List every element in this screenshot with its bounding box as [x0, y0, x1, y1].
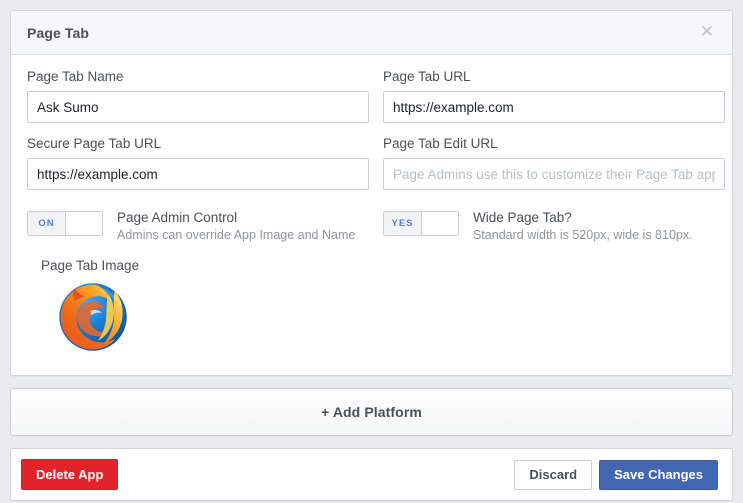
wide-page-tab-group: YES Wide Page Tab? Standard width is 520…	[383, 209, 725, 244]
field-page-tab-edit-url: Page Tab Edit URL	[383, 136, 725, 190]
save-changes-button[interactable]: Save Changes	[599, 459, 718, 490]
page-admin-control-toggle-knob	[65, 212, 102, 235]
field-secure-page-tab-url: Secure Page Tab URL	[27, 136, 369, 190]
discard-button[interactable]: Discard	[514, 459, 593, 490]
add-platform-button[interactable]: + Add Platform	[10, 388, 733, 436]
label-page-tab-url: Page Tab URL	[383, 69, 471, 84]
wide-page-tab-toggle[interactable]: YES	[383, 211, 459, 236]
page-wrapper: Page Tab ✕ Page Tab Name Page Tab URL Se…	[0, 0, 743, 501]
wide-page-tab-toggle-state: YES	[384, 212, 421, 235]
page-admin-control-text: Page Admin Control Admins can override A…	[117, 209, 355, 244]
page-tab-edit-url-input[interactable]	[383, 158, 725, 190]
card-body: Page Tab Name Page Tab URL Secure Page T…	[11, 55, 732, 375]
toggle-row: ON Page Admin Control Admins can overrid…	[27, 209, 716, 244]
page-admin-control-toggle[interactable]: ON	[27, 211, 103, 236]
firefox-logo-image[interactable]	[57, 281, 129, 353]
wide-page-tab-toggle-knob	[421, 212, 458, 235]
footer-action-bar: Delete App Discard Save Changes	[10, 448, 733, 501]
wide-page-tab-text: Wide Page Tab? Standard width is 520px, …	[473, 209, 693, 244]
page-admin-control-description: Admins can override App Image and Name	[117, 228, 356, 242]
wide-page-tab-title: Wide Page Tab?	[473, 210, 572, 225]
delete-app-button[interactable]: Delete App	[21, 459, 119, 490]
add-platform-label: + Add Platform	[321, 404, 422, 420]
close-icon[interactable]: ✕	[696, 22, 718, 43]
page-title: Page Tab	[27, 24, 90, 41]
wide-page-tab-description: Standard width is 520px, wide is 810px.	[473, 228, 693, 242]
form-row-1: Page Tab Name Page Tab URL	[27, 69, 725, 136]
field-page-tab-url: Page Tab URL	[383, 69, 725, 123]
page-admin-control-group: ON Page Admin Control Admins can overrid…	[27, 209, 369, 244]
page-admin-control-title: Page Admin Control	[117, 210, 238, 225]
label-page-tab-image: Page Tab Image	[41, 258, 140, 273]
page-admin-control-toggle-state: ON	[28, 212, 65, 235]
form-row-2: Secure Page Tab URL Page Tab Edit URL	[27, 136, 725, 203]
secure-page-tab-url-input[interactable]	[27, 158, 369, 190]
page-tab-image-section: Page Tab Image	[27, 258, 716, 353]
label-page-tab-edit-url: Page Tab Edit URL	[383, 136, 498, 151]
field-page-tab-name: Page Tab Name	[27, 69, 369, 123]
card-header: Page Tab ✕	[11, 11, 732, 55]
page-tab-card: Page Tab ✕ Page Tab Name Page Tab URL Se…	[10, 10, 733, 376]
label-secure-page-tab-url: Secure Page Tab URL	[27, 136, 162, 151]
page-tab-url-input[interactable]	[383, 91, 725, 123]
label-page-tab-name: Page Tab Name	[27, 69, 124, 84]
page-tab-name-input[interactable]	[27, 91, 369, 123]
